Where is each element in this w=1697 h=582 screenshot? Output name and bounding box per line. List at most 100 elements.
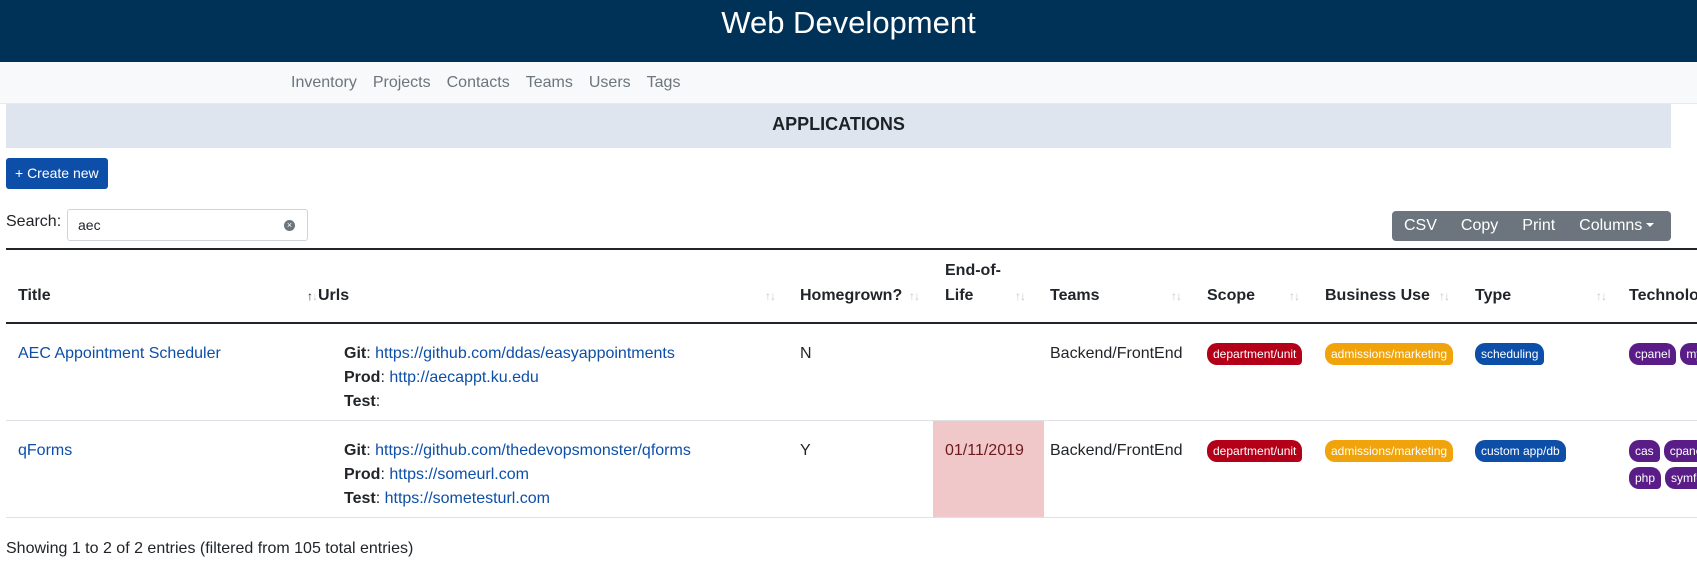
header-title[interactable]: Title bbox=[18, 284, 51, 308]
tech-badge[interactable]: cas bbox=[1629, 440, 1660, 462]
search-field[interactable]: × bbox=[67, 209, 308, 241]
row-business-use: admissions/marketing bbox=[1325, 439, 1454, 466]
header-technologies[interactable]: Technolo bbox=[1629, 284, 1697, 308]
app-title-link[interactable]: qForms bbox=[18, 442, 72, 459]
sort-icon-end-of-life[interactable]: ↑↓ bbox=[1015, 289, 1026, 303]
app-title-link[interactable]: AEC Appointment Scheduler bbox=[18, 345, 221, 362]
row-urls: Git: https://github.com/ddas/easyappoint… bbox=[344, 342, 675, 414]
nav-link-tags[interactable]: Tags bbox=[647, 74, 681, 91]
table-header: Title ↑↓ Urls ↑↓ Homegrown? ↑↓ End-of- L… bbox=[6, 250, 1697, 324]
prod-link[interactable]: http://aecappt.ku.edu bbox=[389, 369, 538, 386]
header-scope[interactable]: Scope bbox=[1207, 284, 1255, 308]
row-teams: Backend/FrontEnd bbox=[1050, 442, 1183, 459]
sort-icon-title[interactable]: ↑↓ bbox=[307, 289, 318, 303]
nav-item-tags[interactable]: Tags bbox=[647, 62, 681, 104]
header-end-of-life-line1: End-of- bbox=[945, 262, 1001, 279]
sort-icon-homegrown[interactable]: ↑↓ bbox=[909, 289, 920, 303]
tech-badge[interactable]: cpanel bbox=[1629, 343, 1677, 365]
sort-icon-teams[interactable]: ↑↓ bbox=[1171, 289, 1182, 303]
nav-link-inventory[interactable]: Inventory bbox=[291, 74, 357, 91]
row-technologies: cascpane phpsymfo bbox=[1629, 439, 1697, 493]
row-type: custom app/db bbox=[1475, 439, 1566, 466]
row-title[interactable]: AEC Appointment Scheduler bbox=[18, 342, 221, 366]
header-end-of-life-line2: Life bbox=[945, 287, 974, 304]
prod-url-line: Prod: http://aecappt.ku.edu bbox=[344, 369, 539, 386]
nav-item-contacts[interactable]: Contacts bbox=[447, 62, 510, 104]
applications-table: Title ↑↓ Urls ↑↓ Homegrown? ↑↓ End-of- L… bbox=[6, 248, 1697, 518]
prod-label: Prod bbox=[344, 466, 381, 483]
nav-item-inventory[interactable]: Inventory bbox=[291, 62, 357, 104]
table-row: 01/11/2019 qForms Git: https://github.co… bbox=[6, 421, 1697, 518]
test-label: Test bbox=[344, 393, 376, 410]
prod-link[interactable]: https://someurl.com bbox=[389, 466, 529, 483]
header-urls[interactable]: Urls bbox=[318, 284, 349, 308]
row-homegrown: N bbox=[800, 345, 812, 362]
nav-item-projects[interactable]: Projects bbox=[373, 62, 431, 104]
git-link[interactable]: https://github.com/thedevopsmonster/qfor… bbox=[375, 442, 691, 459]
end-of-life-cell: 01/11/2019 bbox=[933, 421, 1044, 517]
csv-button[interactable]: CSV bbox=[1392, 211, 1449, 241]
git-url-line: Git: https://github.com/ddas/easyappoint… bbox=[344, 345, 675, 362]
tech-badge[interactable]: my bbox=[1680, 343, 1697, 365]
caret-down-icon bbox=[1646, 223, 1655, 227]
row-type: scheduling bbox=[1475, 342, 1545, 369]
columns-button-label: Columns bbox=[1579, 217, 1643, 234]
site-title: Web Development bbox=[721, 5, 976, 40]
nav-link-projects[interactable]: Projects bbox=[373, 74, 431, 91]
print-button[interactable]: Print bbox=[1510, 211, 1567, 241]
export-button-group: CSV Copy Print Columns bbox=[1392, 211, 1671, 241]
row-end-of-life: 01/11/2019 bbox=[945, 442, 1024, 459]
git-label: Git bbox=[344, 345, 367, 362]
git-label: Git bbox=[344, 442, 367, 459]
nav-item-teams[interactable]: Teams bbox=[526, 62, 573, 104]
row-teams: Backend/FrontEnd bbox=[1050, 345, 1183, 362]
sort-icon-urls[interactable]: ↑↓ bbox=[765, 289, 776, 303]
prod-url-line: Prod: https://someurl.com bbox=[344, 466, 529, 483]
business-use-badge[interactable]: admissions/marketing bbox=[1325, 343, 1454, 365]
git-url-line: Git: https://github.com/thedevopsmonster… bbox=[344, 442, 691, 459]
header-teams[interactable]: Teams bbox=[1050, 284, 1100, 308]
row-technologies: cpanelmy bbox=[1629, 342, 1697, 369]
header-end-of-life[interactable]: End-of- Life bbox=[945, 258, 1001, 308]
row-scope: department/unit bbox=[1207, 439, 1303, 466]
sort-icon-type[interactable]: ↑↓ bbox=[1596, 289, 1607, 303]
business-use-badge[interactable]: admissions/marketing bbox=[1325, 440, 1454, 462]
row-scope: department/unit bbox=[1207, 342, 1303, 369]
row-urls: Git: https://github.com/thedevopsmonster… bbox=[344, 439, 691, 511]
header-business-use[interactable]: Business Use bbox=[1325, 284, 1430, 308]
create-new-button[interactable]: + Create new bbox=[6, 158, 108, 189]
columns-button[interactable]: Columns bbox=[1567, 211, 1666, 241]
table-row: AEC Appointment Scheduler Git: https://g… bbox=[6, 324, 1697, 421]
test-link[interactable]: https://sometesturl.com bbox=[385, 490, 550, 507]
header-homegrown[interactable]: Homegrown? bbox=[800, 284, 902, 308]
test-url-line: Test: bbox=[344, 393, 381, 410]
type-badge[interactable]: scheduling bbox=[1475, 343, 1545, 365]
sort-icon-business-use[interactable]: ↑↓ bbox=[1439, 289, 1450, 303]
clear-search-icon[interactable]: × bbox=[284, 220, 295, 231]
copy-button[interactable]: Copy bbox=[1449, 211, 1510, 241]
search-label: Search: bbox=[6, 213, 62, 230]
test-label: Test bbox=[344, 490, 376, 507]
section-title: APPLICATIONS bbox=[6, 104, 1671, 148]
sort-up-active-icon: ↑ bbox=[307, 289, 313, 303]
git-link[interactable]: https://github.com/ddas/easyappointments bbox=[375, 345, 675, 362]
tech-badge[interactable]: php bbox=[1629, 467, 1662, 489]
site-header: Web Development bbox=[0, 0, 1697, 62]
scope-badge[interactable]: department/unit bbox=[1207, 440, 1303, 462]
tech-badge[interactable]: symfo bbox=[1665, 467, 1697, 489]
nav-link-users[interactable]: Users bbox=[589, 74, 631, 91]
main-nav: Inventory Projects Contacts Teams Users … bbox=[0, 62, 1697, 104]
prod-label: Prod bbox=[344, 369, 381, 386]
sort-icon-scope[interactable]: ↑↓ bbox=[1289, 289, 1300, 303]
tech-badge[interactable]: cpane bbox=[1663, 440, 1697, 462]
nav-link-teams[interactable]: Teams bbox=[526, 74, 573, 91]
row-homegrown: Y bbox=[800, 442, 811, 459]
nav-item-users[interactable]: Users bbox=[589, 62, 631, 104]
search-input[interactable] bbox=[76, 211, 276, 239]
type-badge[interactable]: custom app/db bbox=[1475, 440, 1566, 462]
header-type[interactable]: Type bbox=[1475, 284, 1511, 308]
nav-link-contacts[interactable]: Contacts bbox=[447, 74, 510, 91]
test-url-line: Test: https://sometesturl.com bbox=[344, 490, 550, 507]
scope-badge[interactable]: department/unit bbox=[1207, 343, 1303, 365]
row-title[interactable]: qForms bbox=[18, 439, 72, 463]
